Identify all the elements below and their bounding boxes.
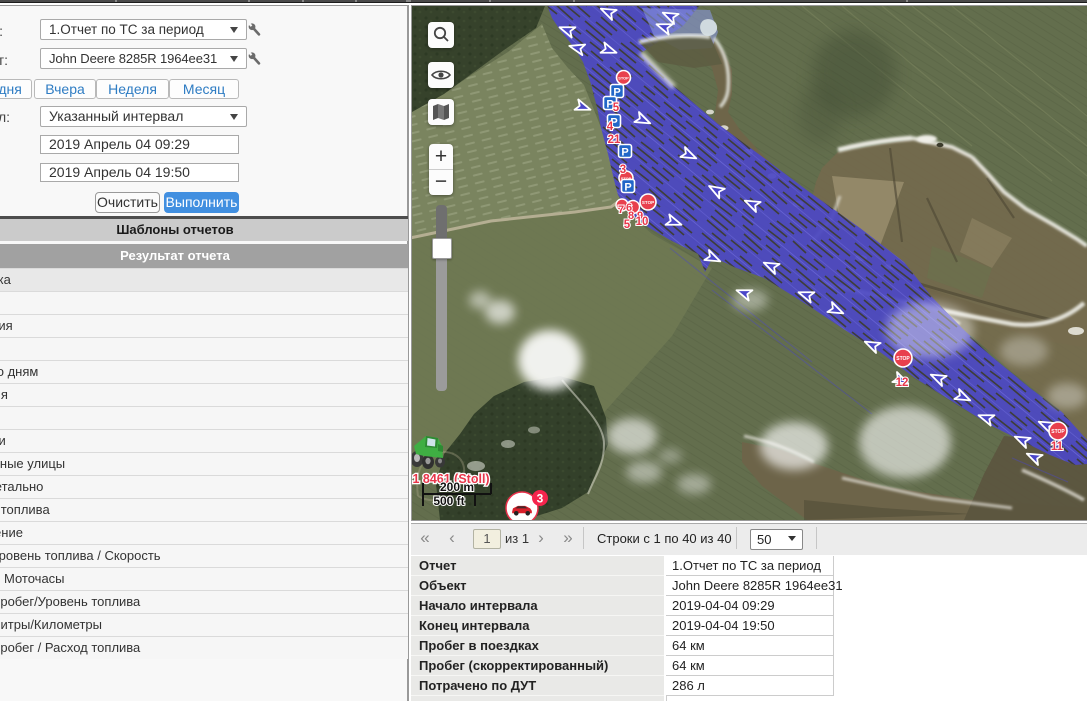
svg-text:4: 4	[607, 121, 614, 133]
svg-text:7: 7	[618, 204, 624, 216]
svg-text:11: 11	[1051, 441, 1064, 453]
svg-text:12: 12	[896, 377, 909, 389]
svg-text:3: 3	[537, 492, 544, 506]
svg-text:P: P	[624, 182, 631, 194]
svg-text:500 ft: 500 ft	[433, 494, 464, 508]
svg-text:STOP: STOP	[896, 356, 910, 362]
svg-text:3: 3	[620, 164, 626, 176]
svg-text:STOP: STOP	[1051, 429, 1065, 435]
svg-text:5: 5	[613, 102, 620, 114]
svg-text:5: 5	[624, 219, 631, 231]
svg-text:21: 21	[608, 134, 621, 146]
svg-text:10: 10	[636, 216, 649, 228]
svg-text:STOP: STOP	[642, 200, 654, 205]
svg-text:STOP: STOP	[618, 75, 629, 80]
svg-text:200 m: 200 m	[440, 480, 474, 494]
svg-text:P: P	[621, 147, 628, 159]
